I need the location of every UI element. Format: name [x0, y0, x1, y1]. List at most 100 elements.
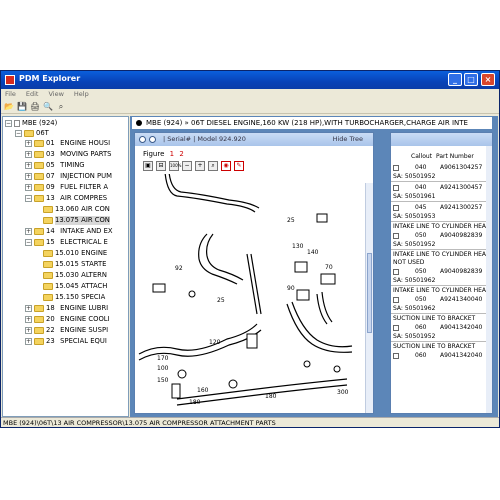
tree-item[interactable]: +05 TIMING [25, 161, 85, 170]
parts-row[interactable]: 040 A9241300457 [391, 183, 492, 193]
callout-label[interactable]: 160 [197, 387, 209, 394]
callout-label[interactable]: 25 [217, 297, 225, 304]
forward-icon[interactable] [149, 136, 156, 143]
minimize-button[interactable]: _ [448, 73, 462, 86]
part-number-column-header[interactable]: Part Number [436, 152, 474, 162]
tree-item[interactable]: 13.075 AIR CON [43, 216, 110, 225]
tree-item[interactable]: 15.015 STARTE [43, 260, 106, 269]
menu-view[interactable]: View [48, 89, 63, 100]
callout-label[interactable]: 170 [157, 355, 169, 362]
expand-icon[interactable]: + [25, 173, 32, 180]
maximize-button[interactable]: □ [464, 73, 478, 86]
callout-icon[interactable]: ◉ [221, 161, 231, 171]
close-button[interactable]: × [481, 73, 495, 86]
tree-item[interactable]: 15.030 ALTERN [43, 271, 107, 280]
print-icon[interactable]: 🖨 [30, 102, 40, 112]
callout-label[interactable]: 140 [307, 249, 319, 256]
tree-item[interactable]: +18 ENGINE LUBRI [25, 304, 108, 313]
tree-item[interactable]: 15.150 SPECIA [43, 293, 105, 302]
part-checkbox[interactable] [393, 205, 399, 211]
callout-label[interactable]: 90 [287, 285, 295, 292]
callout-label[interactable]: 70 [325, 264, 333, 271]
highlight-icon[interactable]: ✎ [234, 161, 244, 171]
tree-item[interactable]: +07 INJECTION PUM [25, 172, 112, 181]
tree-item[interactable]: 13.060 AIR CON [43, 205, 110, 214]
expand-icon[interactable]: + [25, 140, 32, 147]
save-icon[interactable]: 💾 [17, 102, 27, 112]
tree-item[interactable]: − 15 ELECTRICAL E [25, 238, 108, 247]
expand-icon[interactable]: + [25, 305, 32, 312]
expand-icon[interactable]: + [25, 162, 32, 169]
tree-item[interactable]: +20 ENGINE COOLI [25, 315, 110, 324]
menu-edit[interactable]: Edit [26, 89, 39, 100]
figure-scrollbar-thumb[interactable] [367, 253, 372, 333]
menu-help[interactable]: Help [74, 89, 89, 100]
tree-root[interactable]: − MBE (924) [5, 119, 57, 128]
parts-row[interactable]: 040 A9061304257 [391, 163, 492, 173]
zoom-out-icon[interactable]: − [182, 161, 192, 171]
tree-model[interactable]: − 06T [15, 129, 49, 138]
part-checkbox[interactable] [393, 233, 399, 239]
callout-label[interactable]: 180 [265, 393, 277, 400]
callout-label[interactable]: 150 [157, 377, 169, 384]
tree-item[interactable]: +14 INTAKE AND EX [25, 227, 113, 236]
parts-row[interactable]: 060 A9041342040 [391, 351, 492, 361]
part-checkbox[interactable] [393, 269, 399, 275]
collapse-icon[interactable]: − [5, 120, 12, 127]
part-checkbox[interactable] [393, 297, 399, 303]
callout-label[interactable]: 100 [157, 365, 169, 372]
back-icon[interactable] [139, 136, 146, 143]
open-icon[interactable]: 📂 [4, 102, 14, 112]
expand-icon[interactable]: + [25, 316, 32, 323]
tree-item-label: 13.060 AIR CON [55, 205, 110, 214]
menu-file[interactable]: File [5, 89, 16, 100]
find-icon[interactable]: 🔍 [43, 102, 53, 112]
callout-label[interactable]: 130 [292, 243, 304, 250]
parts-row[interactable]: 050 A9241340040 [391, 295, 492, 305]
figure-page-1[interactable]: 1 [170, 150, 174, 158]
fit-icon[interactable]: ▣ [143, 161, 153, 171]
zoom-window-icon[interactable]: ⌕ [208, 161, 218, 171]
tree-item[interactable]: 15.010 ENGINE [43, 249, 107, 258]
tree-item[interactable]: 15.045 ATTACH [43, 282, 107, 291]
part-checkbox[interactable] [393, 325, 399, 331]
parts-row[interactable]: 060 A9041342040 [391, 323, 492, 333]
zoom-100-button[interactable]: 100% [169, 161, 181, 171]
expand-icon[interactable]: + [25, 228, 32, 235]
part-checkbox[interactable] [393, 353, 399, 359]
parts-row[interactable]: 050 A9040982839 [391, 267, 492, 277]
tree-item[interactable]: +09 FUEL FILTER A [25, 183, 108, 192]
callout-label[interactable]: 120 [209, 339, 221, 346]
expand-icon[interactable]: + [25, 338, 32, 345]
expand-icon[interactable]: + [25, 184, 32, 191]
figure-page-2[interactable]: 2 [179, 150, 183, 158]
collapse-icon[interactable]: − [25, 239, 32, 246]
zoom-icon[interactable]: ⌕ [56, 102, 66, 112]
part-checkbox[interactable] [393, 185, 399, 191]
callout-label[interactable]: 25 [287, 217, 295, 224]
tree-item[interactable]: +01 ENGINE HOUSI [25, 139, 110, 148]
zoom-in-icon[interactable]: + [195, 161, 205, 171]
figure-scrollbar[interactable] [365, 183, 373, 413]
expand-icon[interactable]: + [25, 327, 32, 334]
tree-panel[interactable]: − MBE (924) − 06T +01 ENGINE HOUSI +03 MO… [2, 116, 129, 417]
callout-label[interactable]: 180 [189, 399, 201, 406]
tree-item[interactable]: − 13 AIR COMPRES [25, 194, 107, 203]
title-bar[interactable]: PDM Explorer _ □ × [1, 71, 499, 89]
callout-label[interactable]: 300 [337, 389, 349, 396]
callout-label[interactable]: 92 [175, 265, 183, 272]
callout-column-header[interactable]: Callout [411, 152, 432, 162]
parts-row[interactable]: 045 A9241300257 [391, 203, 492, 213]
hide-tree-button[interactable]: Hide Tree [333, 133, 363, 146]
part-checkbox[interactable] [393, 165, 399, 171]
tree-item[interactable]: +22 ENGINE SUSPI [25, 326, 108, 335]
collapse-icon[interactable]: − [25, 195, 32, 202]
tree-item[interactable]: +23 SPECIAL EQUI [25, 337, 107, 346]
parts-scrollbar[interactable] [486, 146, 492, 413]
collapse-icon[interactable]: − [15, 130, 22, 137]
expand-icon[interactable]: + [25, 151, 32, 158]
exploded-parts-drawing[interactable]: 25 130 140 92 25 90 70 120 170 100 150 1… [137, 174, 367, 413]
fit-width-icon[interactable]: ⊟ [156, 161, 166, 171]
parts-row[interactable]: 050 A9040982839 [391, 231, 492, 241]
tree-item[interactable]: +03 MOVING PARTS [25, 150, 111, 159]
